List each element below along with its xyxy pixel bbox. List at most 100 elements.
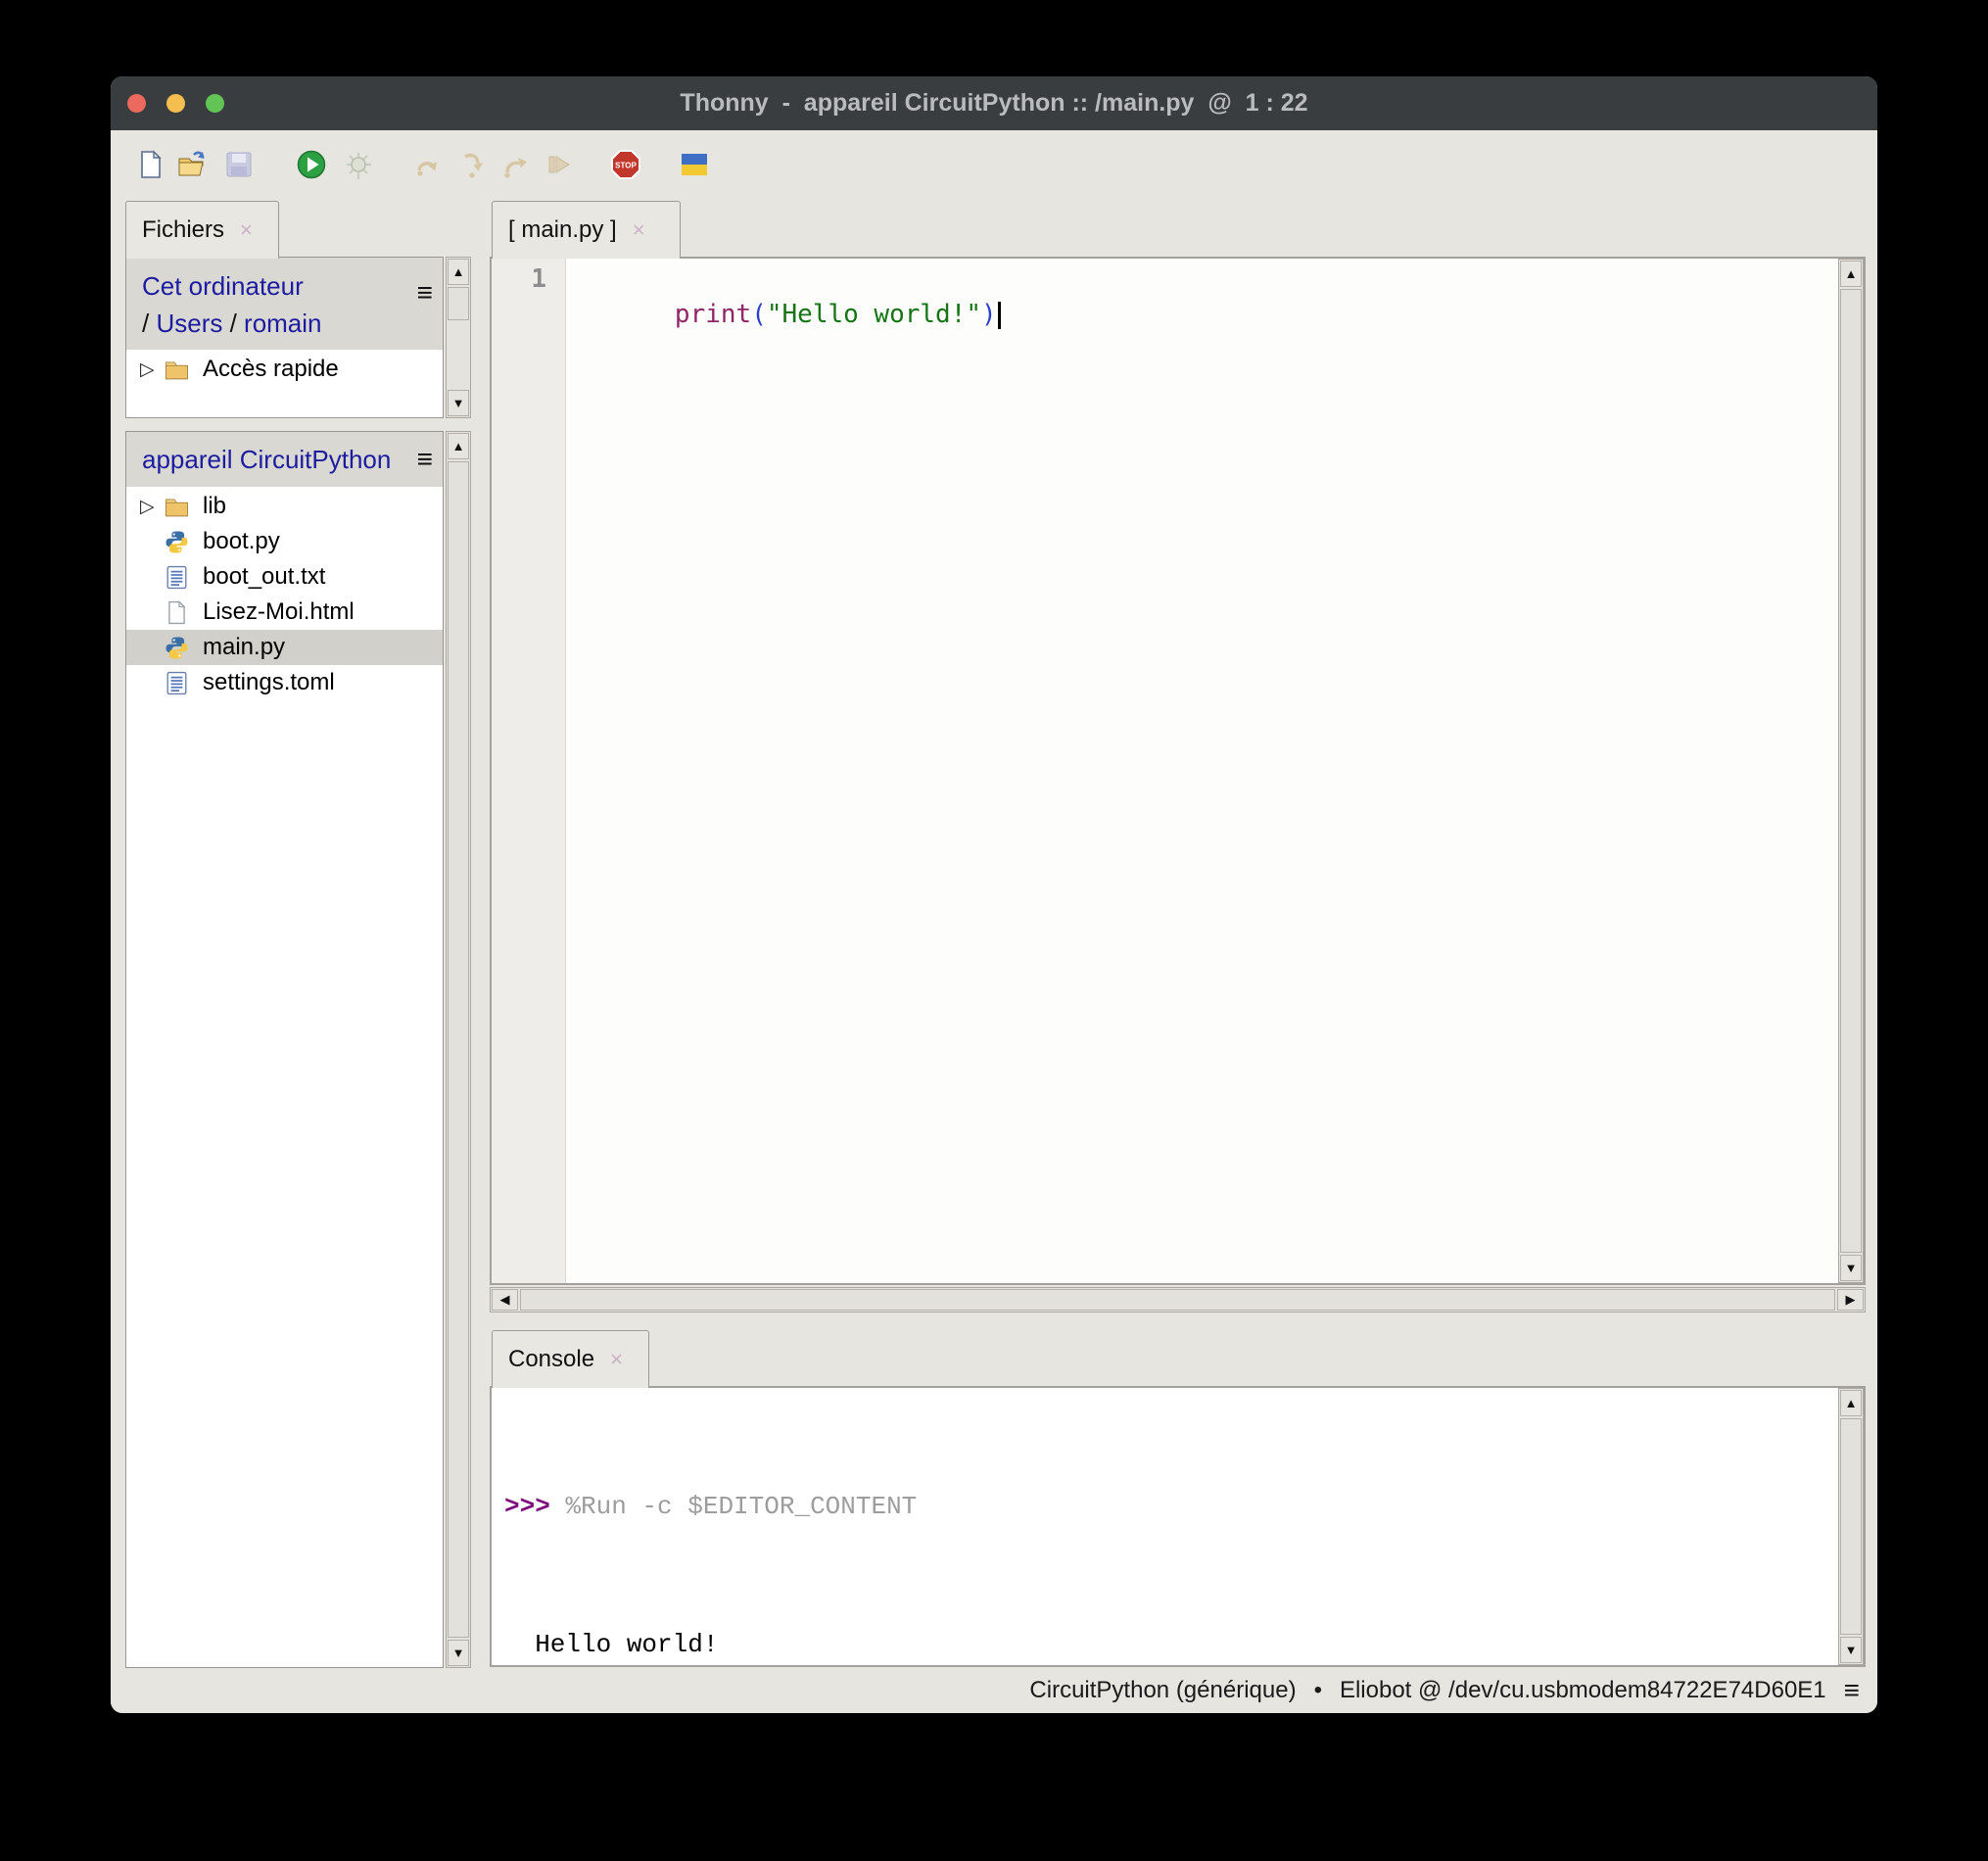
step-over-button[interactable] — [413, 149, 445, 180]
resume-play-icon — [543, 149, 574, 180]
zoom-window-button[interactable] — [206, 94, 224, 113]
python-file-icon — [164, 529, 190, 555]
tree-item-lisez-moi-html[interactable]: ▷ Lisez-Moi.html — [126, 595, 443, 630]
device-header: appareil CircuitPython ≡ — [126, 432, 443, 487]
support-ukraine-button[interactable] — [679, 149, 710, 180]
debug-script-button[interactable] — [343, 149, 374, 180]
run-script-button[interactable] — [296, 149, 327, 180]
tree-item-label: settings.toml — [203, 669, 335, 696]
scroll-down-icon[interactable]: ▼ — [1840, 1637, 1862, 1663]
stop-restart-button[interactable] — [610, 149, 641, 180]
expand-arrow-icon[interactable]: ▷ — [140, 358, 164, 381]
stop-sign-icon — [610, 149, 641, 180]
text-cursor — [998, 302, 1001, 329]
scrollbar-thumb[interactable] — [520, 1289, 1835, 1311]
files-computer-panel: Cet ordinateur / Users / romain ≡ ▷ Accè… — [125, 257, 471, 418]
tab-editor-main-py[interactable]: [ main.py ] × — [492, 201, 681, 259]
tab-console[interactable]: Console × — [492, 1330, 649, 1388]
backend-menu-icon[interactable]: ≡ — [1844, 1675, 1860, 1706]
breadcrumb-users-link[interactable]: Users — [156, 309, 222, 338]
text-file-icon — [164, 670, 190, 696]
tree-item-main-py[interactable]: ▷ main.py — [126, 630, 443, 665]
breadcrumb-romain-link[interactable]: romain — [244, 309, 321, 338]
tab-files-label: Fichiers — [142, 216, 224, 244]
files-device-tree: appareil CircuitPython ≡ ▷ lib ▷ boot.py… — [125, 431, 444, 1668]
minimize-window-button[interactable] — [166, 94, 185, 113]
scroll-down-icon[interactable]: ▼ — [448, 1640, 469, 1666]
tree-item-label: boot_out.txt — [203, 563, 325, 591]
resume-button[interactable] — [543, 149, 574, 180]
scroll-up-icon[interactable]: ▲ — [1840, 1390, 1862, 1416]
tree-item-acces-rapide[interactable]: ▷ Accès rapide — [126, 352, 443, 387]
scrollbar-thumb[interactable] — [1840, 1418, 1862, 1635]
scroll-right-icon[interactable]: ▶ — [1837, 1289, 1864, 1311]
breadcrumb-computer-link[interactable]: Cet ordinateur — [142, 271, 304, 301]
code-token-paren: ( — [751, 300, 767, 329]
open-file-button[interactable] — [176, 149, 208, 180]
text-file-icon — [164, 564, 190, 591]
device-title-link[interactable]: appareil CircuitPython — [142, 441, 404, 478]
files-device-panel: appareil CircuitPython ≡ ▷ lib ▷ boot.py… — [125, 431, 471, 1668]
scroll-left-icon[interactable]: ◀ — [492, 1289, 518, 1311]
toolbar — [111, 130, 1877, 201]
scroll-down-icon[interactable]: ▼ — [448, 390, 469, 416]
line-number-gutter: 1 — [492, 259, 566, 1283]
ukraine-flag-icon — [679, 149, 710, 180]
step-out-icon — [499, 149, 531, 180]
scrollbar-thumb[interactable] — [1840, 289, 1862, 1253]
tab-console-label: Console — [508, 1346, 594, 1373]
tree-item-boot-out-txt[interactable]: ▷ boot_out.txt — [126, 559, 443, 595]
tab-console-close-icon[interactable]: × — [610, 1349, 623, 1370]
traffic-lights — [127, 94, 224, 113]
editor-scrollbar[interactable]: ▲ ▼ — [1838, 259, 1864, 1283]
status-port: Eliobot @ /dev/cu.usbmodem84722E74D60E1 — [1340, 1677, 1826, 1704]
page-file-icon — [164, 599, 190, 626]
code-area[interactable]: print("Hello world!") — [566, 259, 1838, 1283]
code-token-string: "Hello world!" — [767, 300, 981, 329]
scroll-up-icon[interactable]: ▲ — [1840, 261, 1862, 287]
tab-files-close-icon[interactable]: × — [240, 219, 253, 241]
console-scrollbar[interactable]: ▲ ▼ — [1838, 1388, 1864, 1665]
console-command: %Run -c $EDITOR_CONTENT — [565, 1492, 917, 1521]
console-prompt: >>> — [504, 1492, 565, 1521]
new-file-button[interactable] — [135, 149, 166, 180]
code-token-print: print — [675, 300, 751, 329]
code-editor[interactable]: 1 print("Hello world!") ▲ ▼ — [490, 257, 1866, 1285]
tab-editor-close-icon[interactable]: × — [633, 219, 645, 241]
tab-editor-label: [ main.py ] — [508, 216, 617, 244]
tree-item-label: Lisez-Moi.html — [203, 598, 355, 626]
expand-arrow-icon[interactable]: ▷ — [140, 496, 164, 518]
step-into-button[interactable] — [456, 149, 488, 180]
scrollbar-thumb[interactable] — [448, 461, 469, 1638]
computer-panel-scrollbar[interactable]: ▲ ▼ — [446, 257, 471, 418]
console-line: Hello world! — [504, 1622, 1838, 1668]
scrollbar-thumb[interactable] — [448, 287, 469, 320]
title-bar: Thonny - appareil CircuitPython :: /main… — [111, 76, 1877, 130]
tab-files[interactable]: Fichiers × — [125, 201, 279, 259]
console-panel[interactable]: >>> %Run -c $EDITOR_CONTENT Hello world!… — [490, 1386, 1866, 1667]
computer-file-list: ▷ Accès rapide — [126, 350, 443, 417]
debug-bug-icon — [343, 149, 374, 180]
scroll-down-icon[interactable]: ▼ — [1840, 1255, 1862, 1281]
tree-item-settings-toml[interactable]: ▷ settings.toml — [126, 665, 443, 700]
scrollbar-trough — [447, 321, 470, 389]
console-output-text: Hello world! — [504, 1630, 718, 1659]
close-window-button[interactable] — [127, 94, 146, 113]
step-out-button[interactable] — [499, 149, 531, 180]
device-file-list: ▷ lib ▷ boot.py ▷ boot_out.txt ▷ — [126, 487, 443, 1667]
editor-horizontal-scrollbar[interactable]: ◀ ▶ — [490, 1287, 1866, 1312]
console-output[interactable]: >>> %Run -c $EDITOR_CONTENT Hello world!… — [492, 1388, 1838, 1665]
python-file-icon — [164, 635, 190, 661]
device-panel-scrollbar[interactable]: ▲ ▼ — [446, 431, 471, 1668]
scroll-up-icon[interactable]: ▲ — [448, 259, 469, 285]
window-title: Thonny - appareil CircuitPython :: /main… — [111, 89, 1877, 118]
tree-item-boot-py[interactable]: ▷ boot.py — [126, 524, 443, 559]
breadcrumb-separator: / — [142, 309, 156, 338]
tree-item-lib[interactable]: ▷ lib — [126, 489, 443, 524]
status-bar: CircuitPython (générique) • Eliobot @ /d… — [111, 1668, 1877, 1713]
save-file-button[interactable] — [223, 149, 255, 180]
computer-panel-menu-icon[interactable]: ≡ — [417, 279, 433, 307]
device-panel-menu-icon[interactable]: ≡ — [417, 446, 433, 473]
console-line: >>> %Run -c $EDITOR_CONTENT — [504, 1484, 1838, 1530]
scroll-up-icon[interactable]: ▲ — [448, 433, 469, 459]
